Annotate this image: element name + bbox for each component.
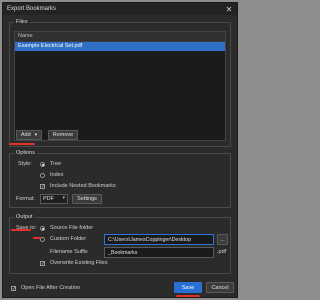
annotation-underline-save-to — [11, 229, 31, 231]
add-button[interactable]: Add ▾ — [16, 130, 42, 140]
extension-label: .pdf — [217, 249, 227, 255]
filename-suffix-input[interactable]: _Bookmarks — [104, 247, 214, 258]
source-folder-label[interactable]: Source File folder — [50, 225, 93, 231]
style-tree-radio[interactable] — [40, 162, 45, 167]
output-legend: Output — [14, 214, 35, 221]
file-row[interactable]: Example Electrical Set.pdf — [15, 42, 225, 51]
style-label: Style: — [18, 161, 32, 167]
include-nested-label[interactable]: Include Nested Bookmarks — [50, 183, 116, 189]
cancel-button[interactable]: Cancel — [206, 282, 234, 293]
files-list[interactable]: Name Example Electrical Set.pdf — [14, 31, 226, 141]
style-index-radio[interactable] — [40, 173, 45, 178]
export-bookmarks-dialog: Export Bookmarks ✕ Files Name Example El… — [2, 2, 238, 298]
close-icon[interactable]: ✕ — [224, 4, 234, 14]
source-folder-radio[interactable] — [40, 226, 45, 231]
annotation-underline-save — [176, 295, 200, 297]
dialog-title: Export Bookmarks — [7, 6, 57, 12]
overwrite-label[interactable]: Overwrite Existing Files — [50, 260, 107, 266]
overwrite-checkbox[interactable]: ✓ — [40, 261, 45, 267]
output-group: Output Save to: Source File folder Custo… — [9, 214, 231, 274]
browse-button[interactable]: ... — [217, 234, 228, 245]
format-label: Format: — [16, 196, 35, 202]
format-select[interactable]: PDF ▾ — [40, 194, 68, 204]
settings-button[interactable]: Settings — [72, 194, 102, 204]
files-legend: Files — [14, 19, 30, 26]
annotation-underline-add — [9, 143, 35, 145]
options-group: Options Style: Tree Index ✓ Include Nest… — [9, 150, 231, 208]
custom-folder-path-input[interactable]: C:\Users\JamesCoppinger\Desktop — [104, 234, 214, 245]
chevron-down-icon: ▾ — [62, 195, 65, 201]
format-value: PDF — [43, 196, 54, 202]
open-after-creation-checkbox[interactable]: ✓ — [11, 286, 16, 292]
custom-folder-label[interactable]: Custom Folder — [50, 236, 86, 242]
filename-suffix-label: Filename Suffix — [50, 249, 88, 255]
remove-button[interactable]: Remove — [48, 130, 78, 140]
name-column-header[interactable]: Name — [15, 32, 225, 42]
open-after-creation-label[interactable]: Open File After Creation — [21, 285, 80, 291]
chevron-down-icon: ▾ — [34, 132, 38, 138]
add-button-label: Add — [20, 132, 31, 138]
style-index-label[interactable]: Index — [50, 172, 63, 178]
include-nested-checkbox[interactable]: ✓ — [40, 184, 45, 190]
style-tree-label[interactable]: Tree — [50, 161, 61, 167]
save-button[interactable]: Save — [174, 282, 202, 293]
title-bar: Export Bookmarks ✕ — [3, 3, 237, 15]
options-legend: Options — [14, 150, 37, 157]
files-group: Files Name Example Electrical Set.pdf Ad… — [9, 19, 231, 147]
annotation-underline-custom — [33, 237, 41, 239]
